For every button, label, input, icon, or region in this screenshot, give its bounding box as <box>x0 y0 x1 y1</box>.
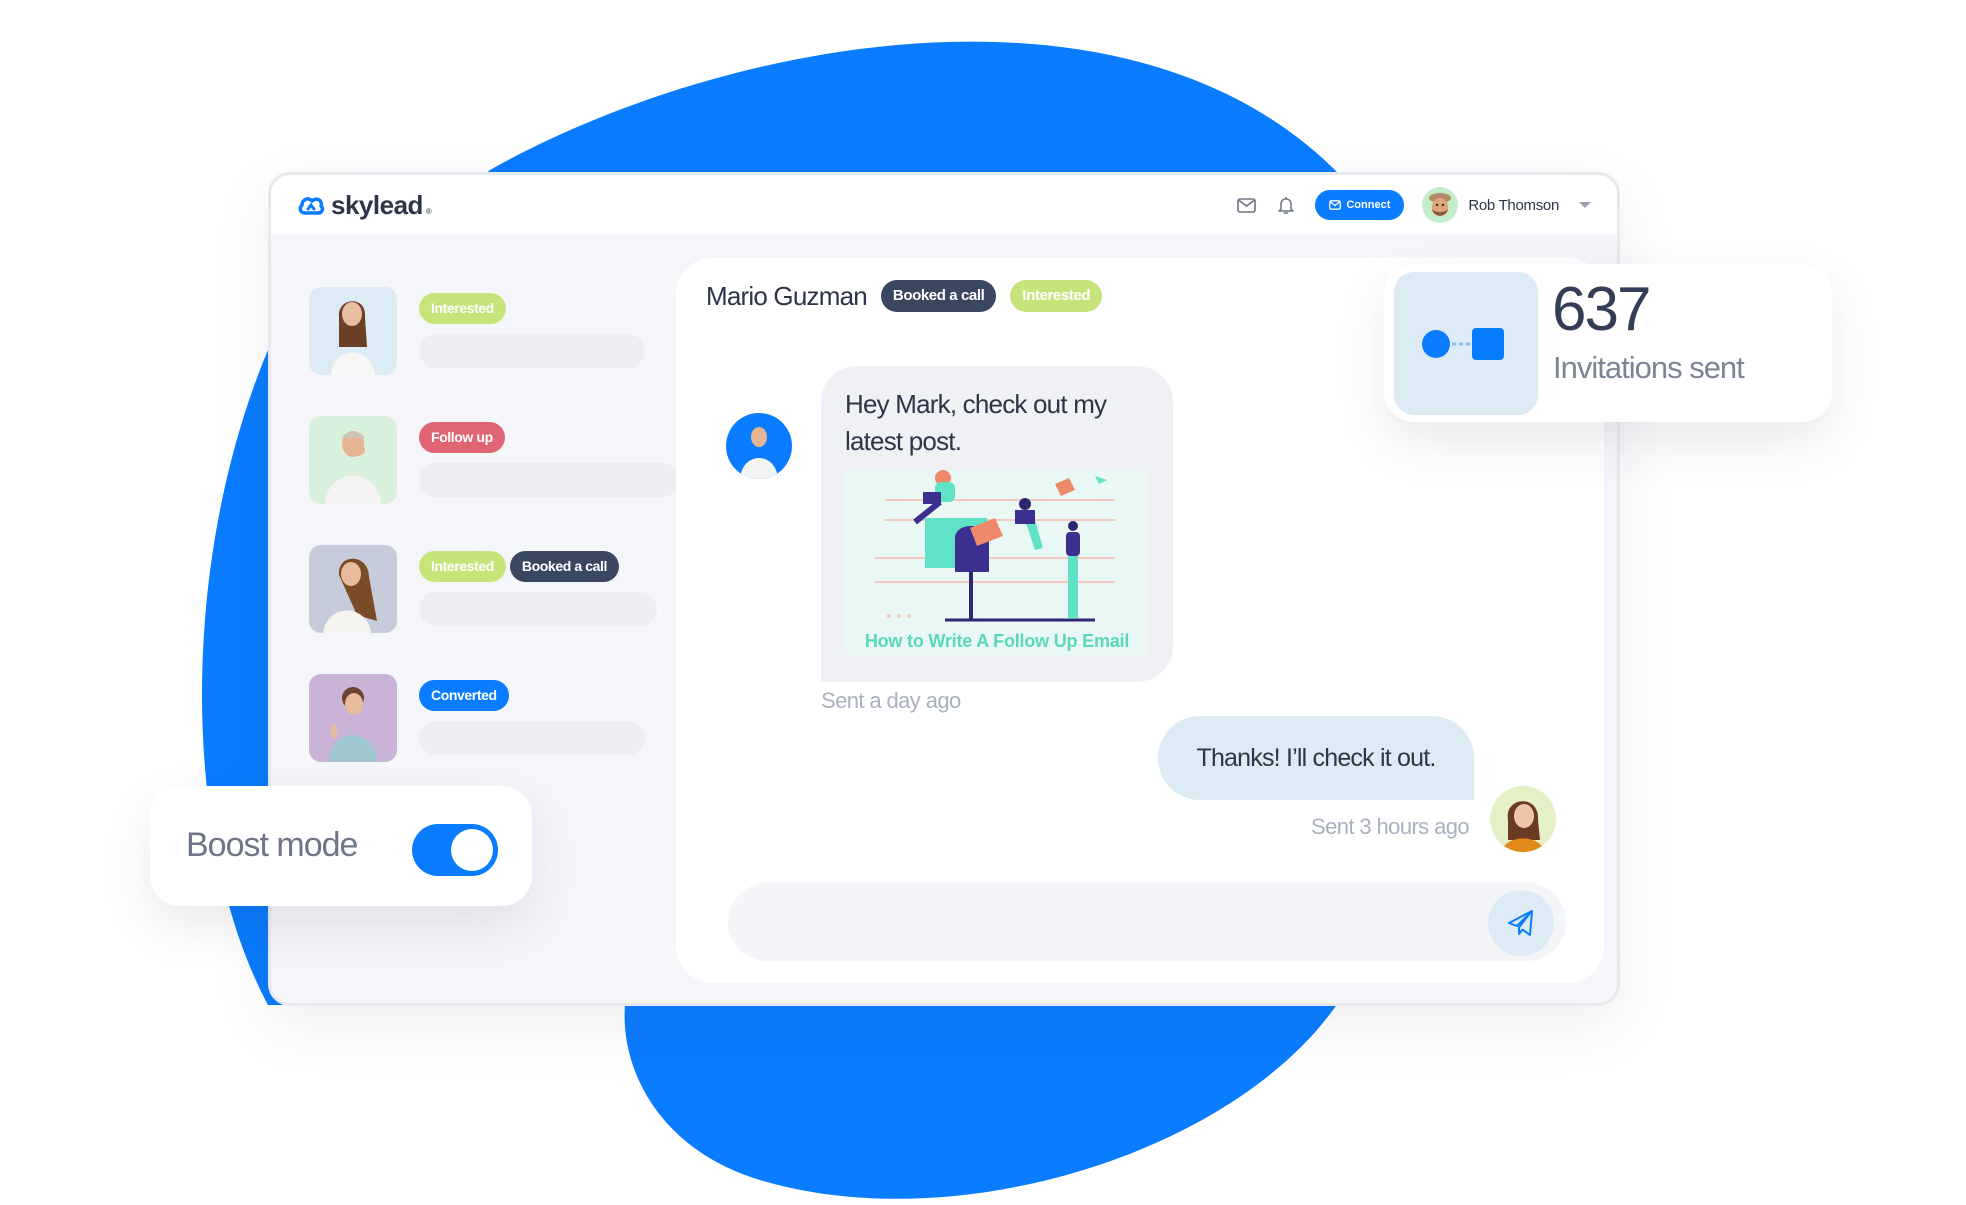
mail-button[interactable] <box>1235 194 1257 216</box>
conversation-header: Mario Guzman Booked a call Interested <box>706 280 1103 312</box>
lead-item[interactable]: Converted <box>309 674 689 803</box>
connect-button[interactable]: Connect <box>1315 190 1405 220</box>
status-badge: Interested <box>419 551 506 582</box>
lead-photo <box>309 545 397 633</box>
invitations-stat-card: 637 Invitations sent <box>1384 264 1832 422</box>
incoming-message: Hey Mark, check out my latest post. How … <box>821 366 1173 682</box>
user-name: Rob Thomson <box>1468 196 1559 214</box>
connection-icon <box>1394 272 1538 415</box>
lead-tags: Interested <box>419 293 506 324</box>
lead-item[interactable]: Interested <box>309 287 689 416</box>
hero-stage: skylead ® Connect Rob Thomson Interested… <box>0 0 1966 1205</box>
lead-photo <box>309 416 397 504</box>
lead-item[interactable]: Interested Booked a call <box>309 545 689 674</box>
contact-name[interactable]: Mario Guzman <box>706 281 868 312</box>
logo-text: skylead <box>331 189 423 220</box>
message-preview-placeholder <box>419 334 645 368</box>
cloud-link-icon <box>298 197 325 215</box>
outgoing-message: Thanks! I’ll check it out. <box>1158 716 1474 800</box>
message-preview-placeholder <box>419 592 657 626</box>
lead-tags: Follow up <box>419 422 505 453</box>
memoji-avatar-icon <box>1429 193 1452 216</box>
user-menu[interactable]: Rob Thomson <box>1422 187 1591 223</box>
message-timestamp: Sent 3 hours ago <box>1311 814 1470 839</box>
post-preview-card[interactable]: How to Write A Follow Up Email <box>845 470 1149 656</box>
person-photo-icon <box>331 301 375 375</box>
send-button[interactable] <box>1488 890 1554 956</box>
boost-mode-card: Boost mode <box>150 786 532 906</box>
stat-label: Invitations sent <box>1553 350 1745 385</box>
logo[interactable]: skylead ® <box>297 190 432 221</box>
top-bar: skylead ® Connect Rob Thomson <box>271 175 1617 235</box>
person-photo-icon <box>325 431 381 504</box>
post-title: How to Write A Follow Up Email <box>864 631 1130 651</box>
notifications-button[interactable] <box>1275 194 1297 216</box>
person-photo-icon <box>329 687 377 762</box>
contact-avatar <box>726 413 792 479</box>
user-avatar <box>1422 187 1459 223</box>
boost-mode-label: Boost mode <box>186 826 358 864</box>
registered-mark: ® <box>425 206 432 216</box>
bell-icon <box>1278 196 1295 214</box>
toggle-knob <box>451 829 493 871</box>
person-photo-icon <box>323 558 377 633</box>
lead-tags: Interested Booked a call <box>419 551 619 582</box>
person-photo-icon <box>1502 801 1544 852</box>
envelope-icon <box>1329 200 1342 210</box>
boost-mode-toggle[interactable] <box>412 824 498 876</box>
connect-label: Connect <box>1346 199 1391 211</box>
status-badge: Interested <box>419 293 506 324</box>
envelope-icon <box>1237 197 1256 213</box>
person-photo-icon <box>740 427 778 479</box>
lead-photo <box>309 287 397 375</box>
status-badge: Booked a call <box>880 280 997 312</box>
message-input[interactable] <box>728 883 1566 961</box>
lead-photo <box>309 674 397 762</box>
message-text: Hey Mark, check out my latest post. <box>845 389 1107 456</box>
paper-plane-icon <box>1508 910 1533 936</box>
lead-item[interactable]: Follow up <box>309 416 689 545</box>
status-badge: Follow up <box>419 422 505 453</box>
chevron-down-icon <box>1579 202 1591 208</box>
message-preview-placeholder <box>419 463 679 497</box>
message-preview-placeholder <box>419 721 645 755</box>
stat-value: 637 <box>1552 275 1651 344</box>
status-badge: Booked a call <box>509 551 619 582</box>
user-avatar <box>1490 786 1556 852</box>
lead-tags: Converted <box>419 680 509 711</box>
leads-list: Interested Follow up Interested Booked a… <box>309 287 689 803</box>
message-text: Thanks! I’ll check it out. <box>1196 743 1436 772</box>
status-badge: Interested <box>1010 280 1103 312</box>
post-illustration <box>875 470 1115 622</box>
status-badge: Converted <box>419 680 509 711</box>
message-timestamp: Sent a day ago <box>821 688 961 713</box>
